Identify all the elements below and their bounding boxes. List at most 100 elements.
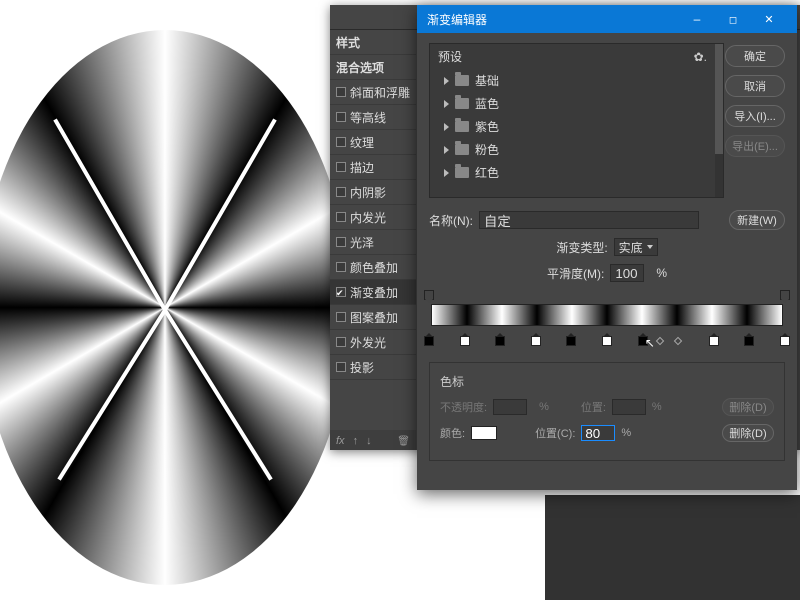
preset-folder-3[interactable]: 粉色 (430, 138, 715, 161)
opacity-stop[interactable] (424, 290, 434, 300)
gradient-editor-titlebar[interactable]: 渐变编辑器 (417, 5, 797, 33)
checkbox[interactable] (336, 187, 346, 197)
preset-folder-4[interactable]: 红色 (430, 161, 715, 184)
cancel-button[interactable]: 取消 (725, 75, 785, 97)
color-position-input[interactable] (581, 425, 615, 441)
color-stop[interactable] (744, 336, 754, 346)
style-item-7[interactable]: 颜色叠加 (330, 255, 416, 280)
disclosure-triangle-icon (444, 146, 449, 154)
disclosure-triangle-icon (444, 100, 449, 108)
style-item-label: 渐变叠加 (350, 284, 398, 301)
preset-folder-0[interactable]: 基础 (430, 69, 715, 92)
checkbox[interactable] (336, 112, 346, 122)
delete-color-stop-button[interactable]: 删除(D) (722, 424, 774, 442)
fx-icon[interactable] (336, 433, 345, 447)
style-item-3[interactable]: 描边 (330, 155, 416, 180)
smoothness-label: 平滑度(M): (547, 265, 604, 282)
folder-icon (455, 75, 469, 86)
color-stop[interactable] (602, 336, 612, 346)
style-item-label: 斜面和浮雕 (350, 84, 410, 101)
opacity-input (493, 399, 527, 415)
name-row: 名称(N): 新建(W) (429, 210, 785, 230)
style-item-10[interactable]: 外发光 (330, 330, 416, 355)
checkbox[interactable] (336, 212, 346, 222)
type-label: 渐变类型: (556, 239, 607, 256)
stops-section: 色标 不透明度: % 位置: % 删除(D) 颜色: 位置(C): % (429, 362, 785, 461)
background-panel (545, 495, 800, 600)
gradient-bar[interactable] (431, 304, 783, 326)
color-stop[interactable] (566, 336, 576, 346)
style-item-5[interactable]: 内发光 (330, 205, 416, 230)
color-stop[interactable] (495, 336, 505, 346)
color-swatch[interactable] (471, 426, 497, 440)
checkbox[interactable] (336, 262, 346, 272)
color-position-label: 位置(C): (535, 425, 575, 441)
color-stop[interactable] (460, 336, 470, 346)
move-up-icon[interactable] (353, 433, 359, 447)
style-item-2[interactable]: 纹理 (330, 130, 416, 155)
disclosure-triangle-icon (444, 169, 449, 177)
style-item-11[interactable]: 投影 (330, 355, 416, 380)
minimize-button[interactable] (679, 5, 715, 33)
color-stop[interactable] (531, 336, 541, 346)
styles-header[interactable]: 样式 (330, 30, 416, 55)
checkbox[interactable] (336, 162, 346, 172)
folder-icon (455, 167, 469, 178)
preset-folder-2[interactable]: 紫色 (430, 115, 715, 138)
disclosure-triangle-icon (444, 77, 449, 85)
chevron-down-icon (647, 245, 653, 249)
new-button[interactable]: 新建(W) (729, 210, 785, 230)
checkbox[interactable] (336, 237, 346, 247)
color-stop[interactable] (709, 336, 719, 346)
close-icon (764, 12, 773, 26)
scrollbar-thumb[interactable] (715, 44, 723, 154)
folder-label: 基础 (475, 72, 499, 89)
style-item-8[interactable]: 渐变叠加 (330, 280, 416, 305)
stops-section-label: 色标 (440, 373, 774, 390)
style-item-6[interactable]: 光泽 (330, 230, 416, 255)
opacity-stop[interactable] (780, 290, 790, 300)
style-item-9[interactable]: 图案叠加 (330, 305, 416, 330)
opacity-stop-row: 不透明度: % 位置: % 删除(D) (440, 398, 774, 416)
trash-icon[interactable] (397, 433, 410, 447)
midpoint-diamond[interactable] (674, 337, 682, 345)
checkbox[interactable] (336, 362, 346, 372)
checkbox[interactable] (336, 337, 346, 347)
color-stop[interactable] (424, 336, 434, 346)
export-button[interactable]: 导出(E)... (725, 135, 785, 157)
presets-scrollbar[interactable] (715, 44, 723, 197)
style-item-4[interactable]: 内阴影 (330, 180, 416, 205)
style-item-label: 内阴影 (350, 184, 386, 201)
type-select[interactable]: 实底 (614, 238, 658, 256)
checkbox[interactable] (336, 312, 346, 322)
style-item-1[interactable]: 等高线 (330, 105, 416, 130)
style-item-label: 光泽 (350, 234, 374, 251)
color-stop[interactable] (780, 336, 790, 346)
style-item-label: 图案叠加 (350, 309, 398, 326)
gradient-bar-area[interactable]: ↖ (429, 290, 785, 346)
square-icon (729, 12, 737, 26)
presets-box: 预设 ✿. 基础蓝色紫色粉色红色 (429, 43, 724, 198)
style-item-label: 外发光 (350, 334, 386, 351)
style-item-label: 等高线 (350, 109, 386, 126)
checkbox[interactable] (336, 87, 346, 97)
blend-options-header[interactable]: 混合选项 (330, 55, 416, 80)
dialog-buttons: 确定 取消 导入(I)... 导出(E)... (725, 45, 785, 157)
preset-folder-1[interactable]: 蓝色 (430, 92, 715, 115)
layer-style-footer (330, 430, 416, 450)
move-down-icon[interactable] (366, 433, 372, 447)
ok-button[interactable]: 确定 (725, 45, 785, 67)
name-label: 名称(N): (429, 212, 473, 229)
import-button[interactable]: 导入(I)... (725, 105, 785, 127)
maximize-button[interactable] (715, 5, 751, 33)
style-item-0[interactable]: 斜面和浮雕 (330, 80, 416, 105)
gear-icon[interactable]: ✿. (694, 50, 707, 64)
smoothness-input[interactable] (610, 264, 644, 282)
midpoint-diamond[interactable] (656, 337, 664, 345)
checkbox[interactable] (336, 287, 346, 297)
type-row: 渐变类型: 实底 (429, 238, 785, 256)
close-button[interactable] (751, 5, 787, 33)
name-input[interactable] (479, 211, 699, 229)
position-label: 位置: (581, 399, 606, 415)
checkbox[interactable] (336, 137, 346, 147)
